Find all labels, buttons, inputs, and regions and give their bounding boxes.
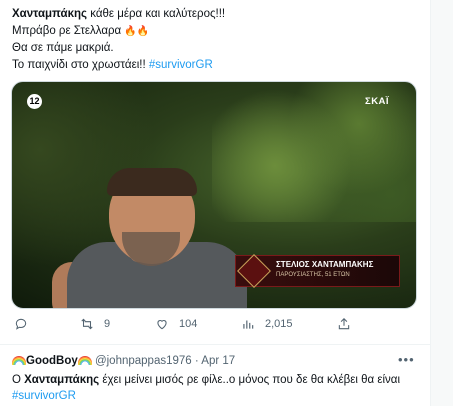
header-separator: · xyxy=(191,355,202,367)
tweet-actions: 9 104 2,015 xyxy=(0,314,430,334)
retweet-count: 9 xyxy=(104,318,111,330)
nameplate-subtitle: ΠΑΡΟΥΣΙΑΣΤΗΣ, 51 ΕΤΩΝ xyxy=(276,272,350,278)
tweet-text-prefix: Ο xyxy=(12,374,25,386)
author-display-name[interactable]: GoodBoy xyxy=(26,355,78,367)
right-panel-edge xyxy=(430,0,453,406)
survivor-emblem-icon xyxy=(237,254,271,288)
tweet-line2: Μπράβο ρε Στελλαρα xyxy=(12,24,125,37)
tweet-mention-bold: Χανταμπάκης xyxy=(24,374,100,386)
tweet-text: Ο Χανταμπάκης έχει μείνει μισός ρε φίλε.… xyxy=(12,372,422,404)
tweet-line3: Θα σε πάμε μακριά. xyxy=(12,42,114,54)
reply-button[interactable] xyxy=(14,314,38,334)
timeline-feed: Χανταμπάκης κάθε μέρα και καλύτερος!!! Μ… xyxy=(0,0,430,406)
tweet-header: GoodBoy @johnpappas1976 · Apr 17 xyxy=(12,354,422,368)
rainbow-emoji-icon xyxy=(77,356,92,366)
views-count: 2,015 xyxy=(265,318,293,330)
like-count: 104 xyxy=(179,318,198,330)
name-plate: ΣΤΕΛΙΟΣ ΧΑΝΤΑΜΠΑΚΗΣ ΠΑΡΟΥΣΙΑΣΤΗΣ, 51 ΕΤΩ… xyxy=(235,254,400,288)
fire-emoji-icon: 🔥🔥 xyxy=(124,25,150,37)
tweet-date[interactable]: Apr 17 xyxy=(201,355,235,367)
share-button[interactable] xyxy=(337,314,361,334)
like-button[interactable]: 104 xyxy=(155,314,197,334)
more-icon[interactable]: ••• xyxy=(398,352,415,367)
tweet-line4: Το παιχνίδι στο χρωστάει!! xyxy=(12,58,149,71)
tweet-divider xyxy=(0,344,430,345)
tweet-line1: κάθε μέρα και καλύτερος!!! xyxy=(87,8,226,20)
views-icon xyxy=(243,320,254,329)
person-hair xyxy=(107,168,197,196)
author-handle[interactable]: @johnpappas1976 xyxy=(95,355,192,367)
tweet-text: Χανταμπάκης κάθε μέρα και καλύτερος!!! Μ… xyxy=(12,6,422,73)
share-icon xyxy=(338,318,350,330)
hashtag-link[interactable]: #survivorGR xyxy=(12,390,76,402)
like-icon xyxy=(157,320,167,330)
nameplate-name: ΣΤΕΛΙΟΣ ΧΑΝΤΑΜΠΑΚΗΣ xyxy=(276,260,374,269)
rainbow-emoji-icon xyxy=(12,356,26,366)
age-rating-badge: 12 xyxy=(27,94,42,109)
retweet-icon xyxy=(81,318,93,330)
tweet-mention-bold: Χανταμπάκης xyxy=(12,8,88,20)
hashtag-link[interactable]: #survivorGR xyxy=(149,59,213,71)
channel-logo: ΣΚΑΪ xyxy=(365,96,390,107)
views-button[interactable]: 2,015 xyxy=(241,314,293,334)
tweet-text-body: έχει μείνει μισός ρε φίλε..ο μόνος που δ… xyxy=(99,374,400,386)
reply-icon xyxy=(15,318,27,330)
retweet-button[interactable]: 9 xyxy=(80,314,110,334)
